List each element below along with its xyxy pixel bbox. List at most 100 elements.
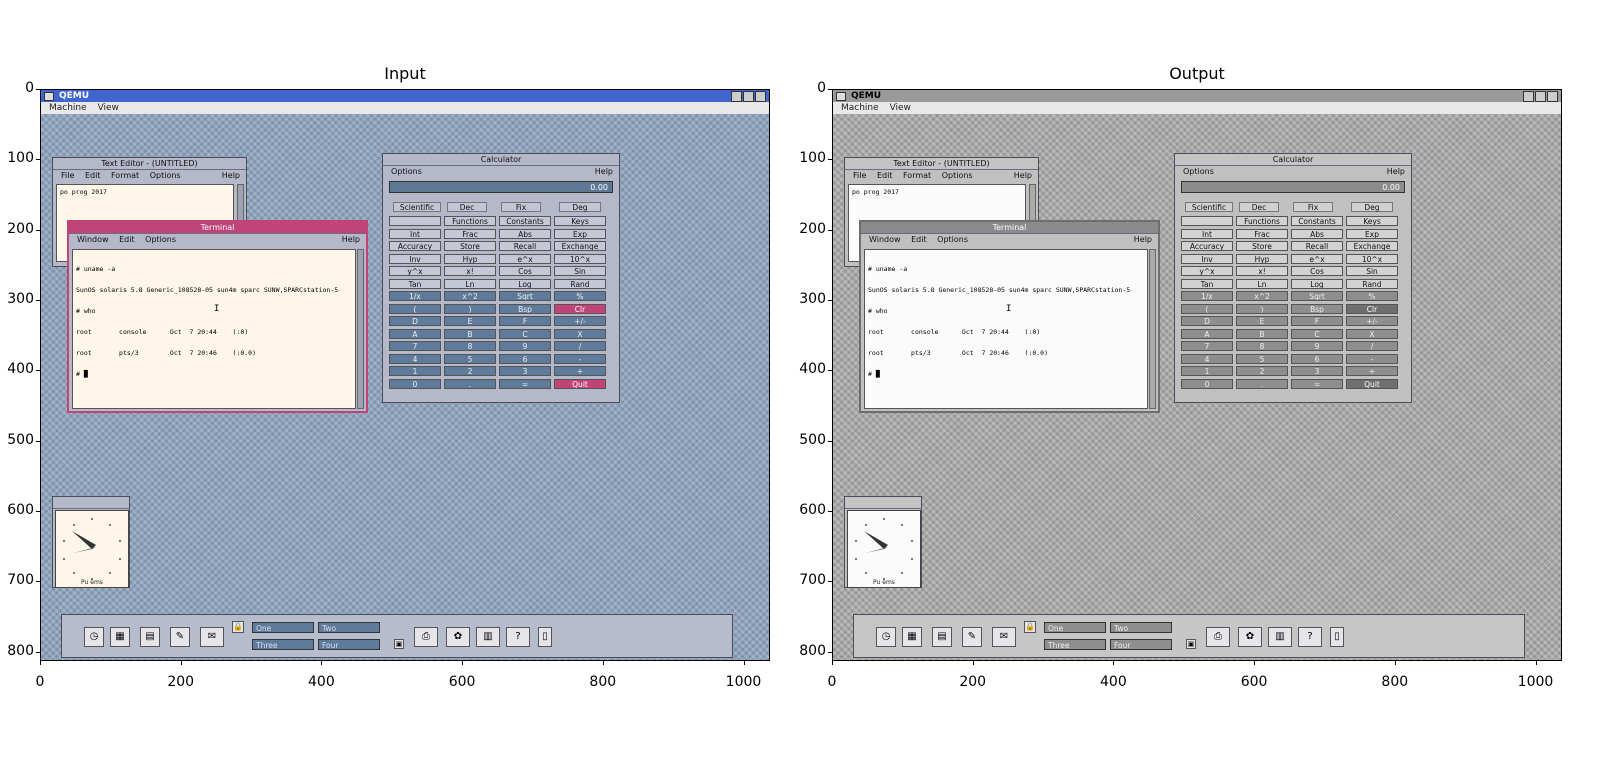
calc-key[interactable]: E [1236,316,1288,326]
calc-key[interactable]: ( [389,303,441,314]
calc-key[interactable]: Constants [1291,216,1343,226]
calc-key[interactable]: Store [1236,241,1288,251]
calc-key[interactable]: ) [444,303,496,314]
calc-key[interactable]: x! [444,266,496,276]
calc-key[interactable]: Exchange [1346,241,1398,251]
calc-key[interactable]: Exp [554,228,606,239]
minimize-icon[interactable] [1523,91,1534,102]
calc-key[interactable]: ) [1236,303,1288,314]
calc-key[interactable]: X [1346,328,1398,339]
calc-key[interactable]: Frac [444,228,496,239]
calc-key[interactable]: 4 [389,353,441,364]
calc-key[interactable]: Sqrt [1291,291,1343,301]
clock-panel-icon[interactable]: ◷ [84,627,104,647]
mode-select[interactable]: Scientific [393,202,441,212]
calc-key[interactable]: Exchange [554,241,606,251]
calc-key[interactable]: B [1236,328,1288,339]
clock-window[interactable]: Pu ems [52,496,130,588]
workspace-two-button[interactable]: Two [1110,622,1172,633]
calculator-title[interactable]: Calculator [1175,154,1411,166]
calc-key[interactable]: +/- [554,316,606,326]
calc-key[interactable]: Store [444,241,496,251]
calc-key[interactable]: 1 [389,366,441,376]
calc-key[interactable]: Rand [1346,278,1398,289]
menu-help[interactable]: Help [595,166,613,178]
app-manager-icon[interactable]: ▥ [476,627,500,647]
menu-view[interactable]: View [890,103,911,113]
calc-key[interactable]: Recall [499,241,551,251]
calc-key[interactable]: e^x [1291,253,1343,264]
calc-key[interactable]: % [1346,291,1398,301]
calc-key[interactable] [389,216,441,226]
printer-icon[interactable]: ⎙ [414,627,438,647]
calc-key[interactable]: 2 [1236,366,1288,376]
calc-key[interactable]: 7 [1181,341,1233,351]
menu-file[interactable]: File [61,171,74,180]
close-icon[interactable] [755,91,766,102]
calc-key[interactable]: Cos [1291,266,1343,276]
menu-help[interactable]: Help [222,170,240,182]
menu-machine[interactable]: Machine [49,103,87,113]
calc-key[interactable]: Cos [499,266,551,276]
menu-edit[interactable]: Edit [911,235,927,244]
workspace-four-button[interactable]: Four [1110,639,1172,650]
menu-window[interactable]: Window [77,235,109,244]
calc-key[interactable]: Exp [1346,228,1398,239]
calc-key[interactable]: Abs [1291,228,1343,239]
calc-key[interactable]: 8 [444,341,496,351]
clock-panel-icon[interactable]: ◷ [876,627,896,647]
calc-key[interactable]: 9 [499,341,551,351]
calc-key[interactable]: Sin [554,266,606,276]
text-editor-title[interactable]: Text Editor - (UNTITLED) [845,158,1038,170]
calc-key[interactable]: 9 [1291,341,1343,351]
style-manager-icon[interactable]: ✿ [1238,627,1262,647]
calc-key[interactable]: % [554,291,606,301]
terminal-window[interactable]: Terminal Window Edit Options Help # unam… [859,220,1160,413]
calc-key[interactable]: Recall [1291,241,1343,251]
restore-icon[interactable] [1535,91,1546,102]
calc-key[interactable]: 5 [444,353,496,364]
calc-key[interactable]: A [389,328,441,339]
calc-key[interactable]: 6 [1291,353,1343,364]
calc-key[interactable]: 4 [1181,353,1233,364]
calc-key[interactable]: Rand [554,278,606,289]
lock-icon[interactable]: 🔒 [1024,621,1036,633]
calc-key[interactable]: + [1346,366,1398,376]
close-icon[interactable] [1547,91,1558,102]
restore-icon[interactable] [743,91,754,102]
menu-options[interactable]: Options [1183,167,1214,176]
app-manager-icon[interactable]: ▥ [1268,627,1292,647]
calc-key[interactable]: Tan [389,278,441,289]
calc-key[interactable]: E [444,316,496,326]
terminal-output[interactable]: # uname -a SunOS solaris 5.8 Generic_108… [72,249,356,409]
calc-key[interactable]: Int [389,228,441,239]
calc-key[interactable]: Clr [554,303,606,314]
calc-key[interactable]: 6 [499,353,551,364]
menu-help[interactable]: Help [1134,234,1152,246]
notation-select[interactable]: Fix [1293,202,1333,212]
calculator-window[interactable]: Calculator Options Help 0.00 Scientific … [382,153,620,403]
calc-key[interactable]: 5 [1236,353,1288,364]
calc-key[interactable]: 7 [389,341,441,351]
calc-key[interactable]: X [554,328,606,339]
file-manager-icon[interactable]: ▤ [140,627,160,647]
menu-help[interactable]: Help [1387,166,1405,178]
base-select[interactable]: Dec [447,202,487,212]
calc-key[interactable]: C [1291,328,1343,339]
calc-key[interactable]: F [1291,316,1343,326]
calc-key[interactable]: Accuracy [1181,241,1233,251]
file-manager-icon[interactable]: ▤ [932,627,952,647]
clock-title-bar[interactable] [53,497,129,509]
workspace-one-button[interactable]: One [252,622,314,633]
terminal-output[interactable]: # uname -a SunOS solaris 5.8 Generic_108… [864,249,1148,409]
menu-format[interactable]: Format [903,171,931,180]
calc-key[interactable]: x! [1236,266,1288,276]
menu-options[interactable]: Options [942,171,973,180]
calc-key[interactable]: Accuracy [389,241,441,251]
minimize-icon[interactable] [731,91,742,102]
menu-format[interactable]: Format [111,171,139,180]
calc-key[interactable]: - [1346,353,1398,364]
calc-key[interactable]: +/- [1346,316,1398,326]
calc-key[interactable]: - [554,353,606,364]
calc-key[interactable]: Bsp [499,303,551,314]
